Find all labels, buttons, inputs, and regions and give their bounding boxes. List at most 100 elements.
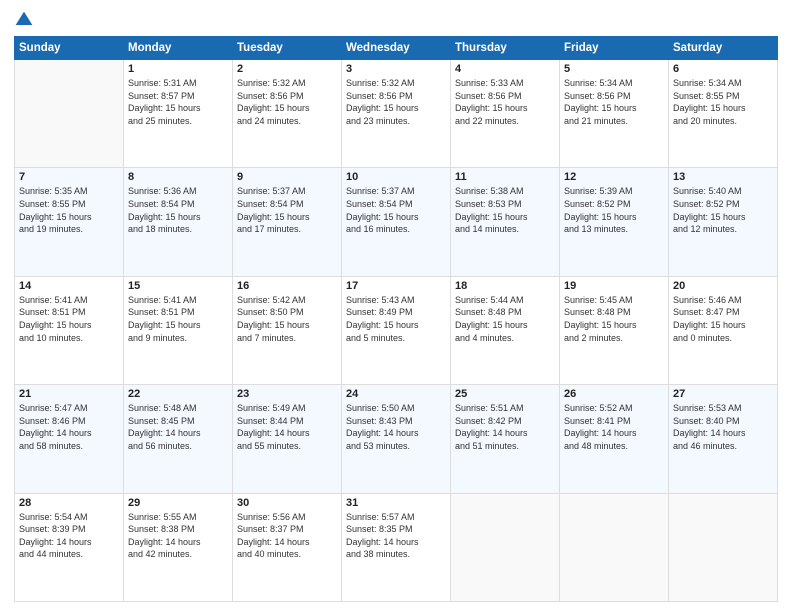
calendar-cell: 23 Sunrise: 5:49 AM Sunset: 8:44 PM Dayli… bbox=[233, 385, 342, 493]
day-info: Sunrise: 5:37 AM Sunset: 8:54 PM Dayligh… bbox=[237, 185, 337, 235]
calendar-cell: 3 Sunrise: 5:32 AM Sunset: 8:56 PM Daylig… bbox=[342, 60, 451, 168]
day-info: Sunrise: 5:32 AM Sunset: 8:56 PM Dayligh… bbox=[346, 77, 446, 127]
calendar-cell bbox=[451, 493, 560, 601]
day-info: Sunrise: 5:43 AM Sunset: 8:49 PM Dayligh… bbox=[346, 294, 446, 344]
day-number: 24 bbox=[346, 388, 446, 400]
day-info: Sunrise: 5:52 AM Sunset: 8:41 PM Dayligh… bbox=[564, 402, 664, 452]
calendar-cell: 12 Sunrise: 5:39 AM Sunset: 8:52 PM Dayli… bbox=[560, 168, 669, 276]
calendar-cell: 19 Sunrise: 5:45 AM Sunset: 8:48 PM Dayli… bbox=[560, 276, 669, 384]
logo bbox=[14, 10, 38, 30]
day-info: Sunrise: 5:44 AM Sunset: 8:48 PM Dayligh… bbox=[455, 294, 555, 344]
day-number: 22 bbox=[128, 388, 228, 400]
day-info: Sunrise: 5:45 AM Sunset: 8:48 PM Dayligh… bbox=[564, 294, 664, 344]
weekday-header-sunday: Sunday bbox=[15, 37, 124, 60]
day-number: 30 bbox=[237, 497, 337, 509]
weekday-header-tuesday: Tuesday bbox=[233, 37, 342, 60]
day-number: 19 bbox=[564, 280, 664, 292]
calendar-cell: 1 Sunrise: 5:31 AM Sunset: 8:57 PM Daylig… bbox=[124, 60, 233, 168]
day-info: Sunrise: 5:57 AM Sunset: 8:35 PM Dayligh… bbox=[346, 511, 446, 561]
calendar-cell: 5Sunrise: 5:34 AM Sunset: 8:56 PM Daylig… bbox=[560, 60, 669, 168]
day-number: 13 bbox=[673, 171, 773, 183]
calendar-cell: 28 Sunrise: 5:54 AM Sunset: 8:39 PM Dayli… bbox=[15, 493, 124, 601]
day-number: 2 bbox=[237, 63, 337, 75]
week-row-4: 21Sunrise: 5:47 AM Sunset: 8:46 PM Dayli… bbox=[15, 385, 778, 493]
day-number: 21 bbox=[19, 388, 119, 400]
day-info: Sunrise: 5:56 AM Sunset: 8:37 PM Dayligh… bbox=[237, 511, 337, 561]
header bbox=[14, 10, 778, 30]
calendar-cell: 4 Sunrise: 5:33 AM Sunset: 8:56 PM Daylig… bbox=[451, 60, 560, 168]
weekday-header-thursday: Thursday bbox=[451, 37, 560, 60]
day-number: 6 bbox=[673, 63, 773, 75]
day-number: 29 bbox=[128, 497, 228, 509]
day-info: Sunrise: 5:54 AM Sunset: 8:39 PM Dayligh… bbox=[19, 511, 119, 561]
calendar-cell: 7 Sunrise: 5:35 AM Sunset: 8:55 PM Daylig… bbox=[15, 168, 124, 276]
day-info: Sunrise: 5:42 AM Sunset: 8:50 PM Dayligh… bbox=[237, 294, 337, 344]
weekday-header-wednesday: Wednesday bbox=[342, 37, 451, 60]
day-number: 17 bbox=[346, 280, 446, 292]
calendar-table: SundayMondayTuesdayWednesdayThursdayFrid… bbox=[14, 36, 778, 602]
day-info: Sunrise: 5:40 AM Sunset: 8:52 PM Dayligh… bbox=[673, 185, 773, 235]
day-info: Sunrise: 5:31 AM Sunset: 8:57 PM Dayligh… bbox=[128, 77, 228, 127]
day-info: Sunrise: 5:50 AM Sunset: 8:43 PM Dayligh… bbox=[346, 402, 446, 452]
day-number: 3 bbox=[346, 63, 446, 75]
day-info: Sunrise: 5:36 AM Sunset: 8:54 PM Dayligh… bbox=[128, 185, 228, 235]
day-number: 5 bbox=[564, 63, 664, 75]
day-number: 7 bbox=[19, 171, 119, 183]
calendar-cell: 27 Sunrise: 5:53 AM Sunset: 8:40 PM Dayli… bbox=[669, 385, 778, 493]
day-info: Sunrise: 5:33 AM Sunset: 8:56 PM Dayligh… bbox=[455, 77, 555, 127]
calendar-cell: 31Sunrise: 5:57 AM Sunset: 8:35 PM Dayli… bbox=[342, 493, 451, 601]
calendar-cell: 15 Sunrise: 5:41 AM Sunset: 8:51 PM Dayli… bbox=[124, 276, 233, 384]
day-info: Sunrise: 5:41 AM Sunset: 8:51 PM Dayligh… bbox=[128, 294, 228, 344]
day-number: 25 bbox=[455, 388, 555, 400]
weekday-header-monday: Monday bbox=[124, 37, 233, 60]
week-row-2: 7 Sunrise: 5:35 AM Sunset: 8:55 PM Daylig… bbox=[15, 168, 778, 276]
day-info: Sunrise: 5:34 AM Sunset: 8:55 PM Dayligh… bbox=[673, 77, 773, 127]
calendar-cell: 29 Sunrise: 5:55 AM Sunset: 8:38 PM Dayli… bbox=[124, 493, 233, 601]
day-number: 4 bbox=[455, 63, 555, 75]
day-info: Sunrise: 5:46 AM Sunset: 8:47 PM Dayligh… bbox=[673, 294, 773, 344]
day-number: 11 bbox=[455, 171, 555, 183]
calendar-cell: 8 Sunrise: 5:36 AM Sunset: 8:54 PM Daylig… bbox=[124, 168, 233, 276]
day-info: Sunrise: 5:55 AM Sunset: 8:38 PM Dayligh… bbox=[128, 511, 228, 561]
week-row-3: 14 Sunrise: 5:41 AM Sunset: 8:51 PM Dayli… bbox=[15, 276, 778, 384]
calendar-cell: 18 Sunrise: 5:44 AM Sunset: 8:48 PM Dayli… bbox=[451, 276, 560, 384]
day-number: 28 bbox=[19, 497, 119, 509]
calendar-cell: 11Sunrise: 5:38 AM Sunset: 8:53 PM Dayli… bbox=[451, 168, 560, 276]
day-info: Sunrise: 5:32 AM Sunset: 8:56 PM Dayligh… bbox=[237, 77, 337, 127]
day-info: Sunrise: 5:48 AM Sunset: 8:45 PM Dayligh… bbox=[128, 402, 228, 452]
day-number: 9 bbox=[237, 171, 337, 183]
week-row-5: 28 Sunrise: 5:54 AM Sunset: 8:39 PM Dayli… bbox=[15, 493, 778, 601]
calendar-cell: 21Sunrise: 5:47 AM Sunset: 8:46 PM Dayli… bbox=[15, 385, 124, 493]
day-number: 12 bbox=[564, 171, 664, 183]
calendar-cell: 16Sunrise: 5:42 AM Sunset: 8:50 PM Dayli… bbox=[233, 276, 342, 384]
day-number: 20 bbox=[673, 280, 773, 292]
day-number: 1 bbox=[128, 63, 228, 75]
day-number: 23 bbox=[237, 388, 337, 400]
calendar-cell: 14Sunrise: 5:41 AM Sunset: 8:51 PM Dayli… bbox=[15, 276, 124, 384]
calendar-cell bbox=[560, 493, 669, 601]
day-info: Sunrise: 5:53 AM Sunset: 8:40 PM Dayligh… bbox=[673, 402, 773, 452]
calendar-cell: 22 Sunrise: 5:48 AM Sunset: 8:45 PM Dayli… bbox=[124, 385, 233, 493]
day-info: Sunrise: 5:37 AM Sunset: 8:54 PM Dayligh… bbox=[346, 185, 446, 235]
calendar-cell: 26Sunrise: 5:52 AM Sunset: 8:41 PM Dayli… bbox=[560, 385, 669, 493]
day-number: 8 bbox=[128, 171, 228, 183]
day-number: 10 bbox=[346, 171, 446, 183]
day-number: 14 bbox=[19, 280, 119, 292]
day-number: 18 bbox=[455, 280, 555, 292]
week-row-1: 1 Sunrise: 5:31 AM Sunset: 8:57 PM Daylig… bbox=[15, 60, 778, 168]
weekday-header-saturday: Saturday bbox=[669, 37, 778, 60]
weekday-header-friday: Friday bbox=[560, 37, 669, 60]
day-info: Sunrise: 5:35 AM Sunset: 8:55 PM Dayligh… bbox=[19, 185, 119, 235]
day-number: 15 bbox=[128, 280, 228, 292]
calendar-cell: 25 Sunrise: 5:51 AM Sunset: 8:42 PM Dayli… bbox=[451, 385, 560, 493]
day-number: 27 bbox=[673, 388, 773, 400]
calendar-cell: 30 Sunrise: 5:56 AM Sunset: 8:37 PM Dayli… bbox=[233, 493, 342, 601]
calendar-cell bbox=[15, 60, 124, 168]
calendar-cell: 17 Sunrise: 5:43 AM Sunset: 8:49 PM Dayli… bbox=[342, 276, 451, 384]
day-info: Sunrise: 5:39 AM Sunset: 8:52 PM Dayligh… bbox=[564, 185, 664, 235]
weekday-header-row: SundayMondayTuesdayWednesdayThursdayFrid… bbox=[15, 37, 778, 60]
calendar-cell: 24 Sunrise: 5:50 AM Sunset: 8:43 PM Dayli… bbox=[342, 385, 451, 493]
calendar-cell: 2 Sunrise: 5:32 AM Sunset: 8:56 PM Daylig… bbox=[233, 60, 342, 168]
day-info: Sunrise: 5:51 AM Sunset: 8:42 PM Dayligh… bbox=[455, 402, 555, 452]
day-info: Sunrise: 5:49 AM Sunset: 8:44 PM Dayligh… bbox=[237, 402, 337, 452]
